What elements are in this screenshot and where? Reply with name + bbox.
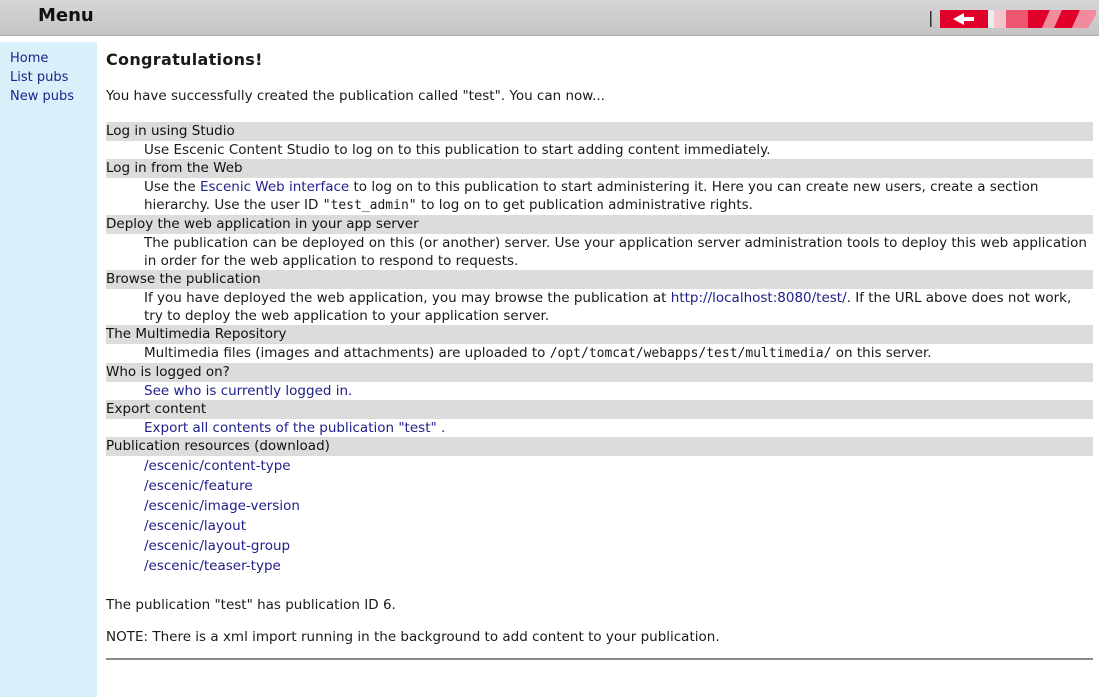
- main-content: Congratulations! You have successfully c…: [106, 42, 1093, 660]
- sidebar-item-home[interactable]: Home: [0, 49, 97, 68]
- intro-text: You have successfully created the public…: [106, 88, 605, 104]
- web-text-before: Use the: [144, 179, 200, 195]
- resource-link-feature[interactable]: /escenic/feature: [144, 476, 1093, 496]
- resource-link-layout[interactable]: /escenic/layout: [144, 516, 1093, 536]
- import-note: NOTE: There is a xml import running in t…: [106, 629, 720, 645]
- multimedia-path: /opt/tomcat/webapps/test/multimedia/: [549, 346, 832, 361]
- section-heading-deploy: Deploy the web application in your app s…: [106, 215, 1093, 234]
- bottom-divider: [106, 658, 1093, 660]
- resource-list: /escenic/content-type /escenic/feature /…: [106, 456, 1093, 576]
- sidebar: Home List pubs New pubs: [0, 42, 97, 697]
- menu-title: Menu: [38, 5, 94, 26]
- sidebar-nav: Home List pubs New pubs: [0, 42, 97, 106]
- section-text-studio: Use Escenic Content Studio to log on to …: [144, 142, 771, 158]
- section-text-export: Export all contents of the publication "…: [106, 419, 1093, 437]
- section-heading-resources: Publication resources (download): [106, 437, 1093, 456]
- logged-in-users-link[interactable]: See who is currently logged in.: [144, 383, 352, 399]
- section-text-web: Use the Escenic Web interface to log on …: [106, 178, 1093, 215]
- header-bar: Menu: [0, 0, 1099, 36]
- localhost-url-link[interactable]: http://localhost:8080/test/: [671, 290, 847, 306]
- resource-link-content-type[interactable]: /escenic/content-type: [144, 456, 1093, 476]
- sidebar-item-new-pubs[interactable]: New pubs: [0, 87, 97, 106]
- export-content-link[interactable]: Export all contents of the publication "…: [144, 420, 445, 436]
- section-heading-multimedia: The Multimedia Repository: [106, 325, 1093, 344]
- escenic-logo-icon: [930, 10, 1096, 28]
- resource-link-teaser-type[interactable]: /escenic/teaser-type: [144, 556, 1093, 576]
- web-text-end: to log on to get publication administrat…: [416, 197, 753, 213]
- section-heading-logged: Who is logged on?: [106, 363, 1093, 382]
- browse-text-before: If you have deployed the web application…: [144, 290, 671, 306]
- section-heading-browse: Browse the publication: [106, 270, 1093, 289]
- multimedia-text-after: on this server.: [831, 345, 932, 361]
- section-heading-export: Export content: [106, 400, 1093, 419]
- section-text-multimedia: Multimedia files (images and attachments…: [106, 344, 1093, 363]
- publication-id-text: The publication "test" has publication I…: [106, 597, 396, 613]
- section-heading-studio: Log in using Studio: [106, 122, 1093, 141]
- page-title: Congratulations!: [106, 50, 263, 69]
- resource-link-image-version[interactable]: /escenic/image-version: [144, 496, 1093, 516]
- section-heading-web: Log in from the Web: [106, 159, 1093, 178]
- escenic-web-interface-link[interactable]: Escenic Web interface: [200, 179, 349, 195]
- sidebar-item-list-pubs[interactable]: List pubs: [0, 68, 97, 87]
- multimedia-text-before: Multimedia files (images and attachments…: [144, 345, 550, 361]
- resource-link-layout-group[interactable]: /escenic/layout-group: [144, 536, 1093, 556]
- user-id-value: "test_admin": [322, 198, 417, 213]
- section-text-deploy: The publication can be deployed on this …: [144, 235, 1087, 269]
- section-text-browse: If you have deployed the web application…: [106, 289, 1093, 325]
- section-text-logged: See who is currently logged in.: [106, 382, 1093, 400]
